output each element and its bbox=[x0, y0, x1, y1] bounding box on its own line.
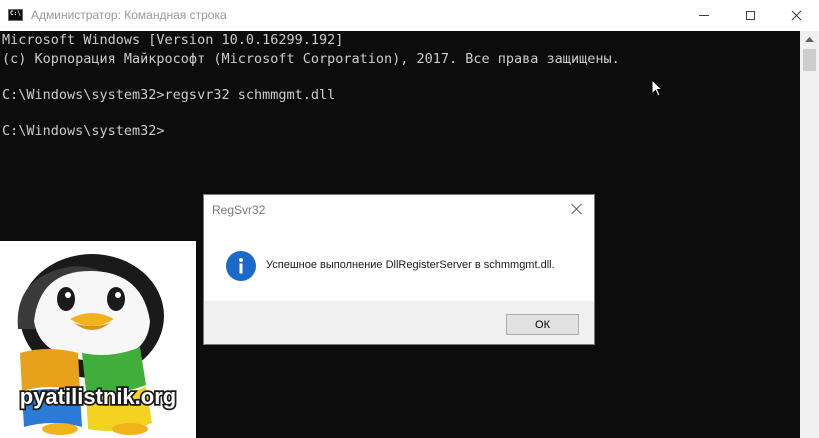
vertical-scrollbar[interactable] bbox=[800, 31, 819, 438]
console-line: C:\Windows\system32> bbox=[2, 123, 165, 139]
console-line: (c) Корпорация Майкрософт (Microsoft Cor… bbox=[2, 51, 620, 67]
window-title: Администратор: Командная строка bbox=[31, 8, 227, 22]
dialog-body: Успешное выполнение DllRegisterServer в … bbox=[204, 225, 594, 301]
cmd-app-icon: C:\ bbox=[8, 9, 23, 21]
info-icon bbox=[226, 251, 256, 281]
console-line: Microsoft Windows [Version 10.0.16299.19… bbox=[2, 32, 344, 48]
scrollbar-thumb[interactable] bbox=[803, 49, 816, 71]
watermark-text: pyatilistnik.org bbox=[20, 384, 176, 409]
console-line: C:\Windows\system32>regsvr32 schmmgmt.dl… bbox=[2, 87, 336, 103]
chevron-up-icon bbox=[805, 36, 814, 42]
minimize-icon bbox=[699, 15, 709, 16]
dialog-title-bar[interactable]: RegSvr32 bbox=[204, 195, 594, 225]
cmd-app-icon-text: C:\ bbox=[10, 10, 21, 17]
penguin-windows-logo: pyatilistnik.org bbox=[0, 241, 196, 438]
close-icon bbox=[791, 10, 802, 21]
dialog-title: RegSvr32 bbox=[212, 203, 266, 217]
dialog-close-icon[interactable] bbox=[570, 202, 584, 216]
dialog-message: Успешное выполнение DllRegisterServer в … bbox=[266, 259, 555, 271]
ok-button[interactable]: ОК bbox=[506, 314, 579, 335]
maximize-button[interactable] bbox=[727, 0, 773, 31]
scroll-up-button[interactable] bbox=[800, 31, 819, 48]
minimize-button[interactable] bbox=[681, 0, 727, 31]
mouse-pointer-icon bbox=[651, 79, 664, 97]
maximize-icon bbox=[745, 11, 755, 20]
title-bar[interactable]: C:\ Администратор: Командная строка bbox=[0, 0, 819, 32]
close-button[interactable] bbox=[773, 0, 819, 31]
regsvr32-dialog: RegSvr32 Успешное выполнение DllRegister… bbox=[203, 194, 595, 345]
